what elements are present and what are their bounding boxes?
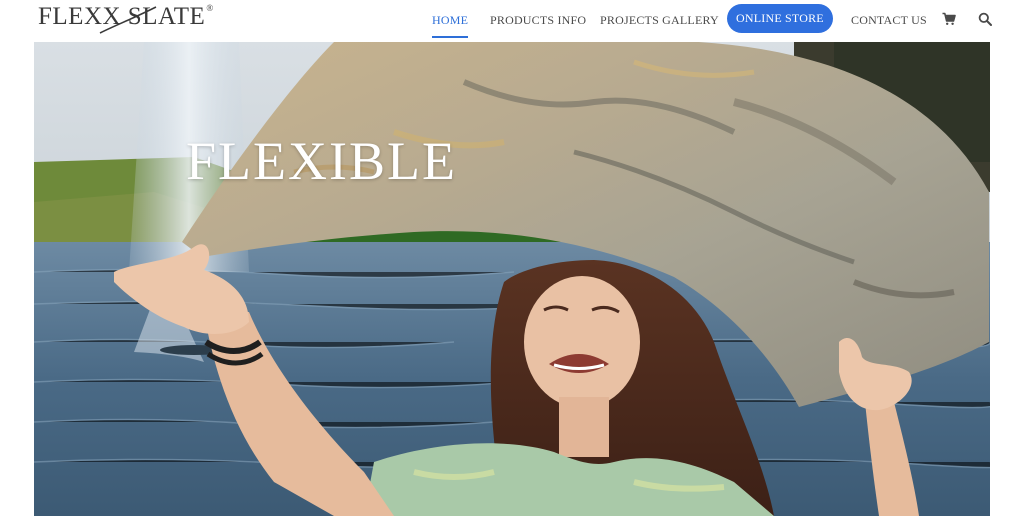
site-logo[interactable]: FLEXX SLATE ® [38,2,213,36]
hero-banner: FLEXIBLE [34,42,990,516]
nav-products-info[interactable]: PRODUCTS INFO [490,0,586,40]
hero-image [34,42,990,516]
site-header: FLEXX SLATE ® HOME PRODUCTS INFO PROJECT… [0,0,1024,40]
nav-contact-us[interactable]: CONTACT US [851,0,927,40]
shopping-cart-icon[interactable] [942,12,956,26]
page: FLEXX SLATE ® HOME PRODUCTS INFO PROJECT… [0,0,1024,516]
search-icon[interactable] [978,12,992,26]
nav-home[interactable]: HOME [432,0,469,40]
nav-projects-gallery[interactable]: PROJECTS GALLERY [600,0,719,40]
hero-heading: FLEXIBLE [186,131,457,191]
logo-swoosh-icon [99,6,157,34]
nav-online-store-button[interactable]: ONLINE STORE [727,4,833,33]
logo-registered-mark: ® [206,3,214,13]
